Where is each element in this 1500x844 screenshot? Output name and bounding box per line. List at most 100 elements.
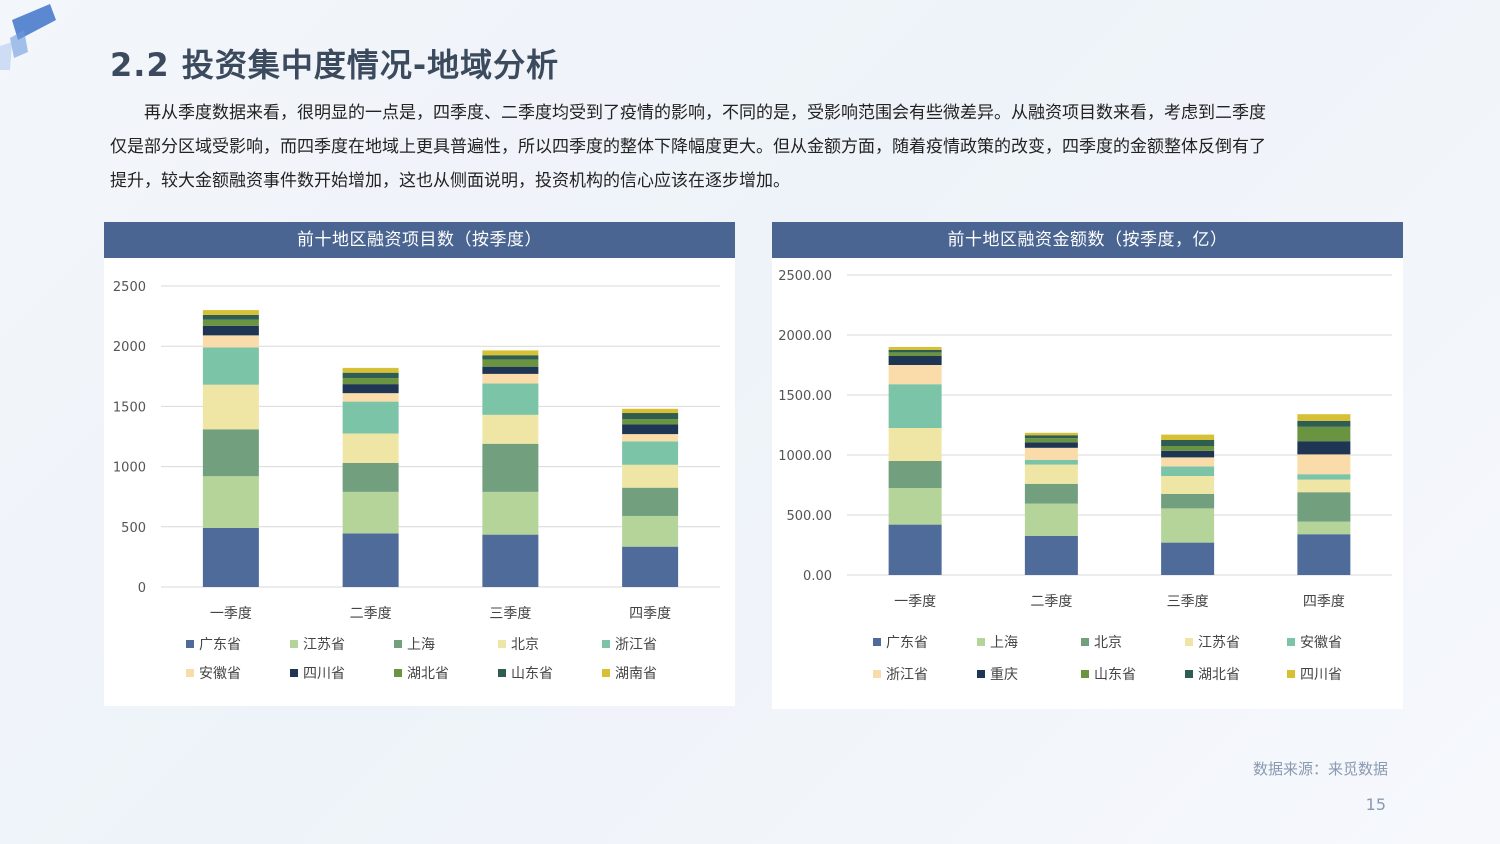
- bar-segment: [622, 487, 679, 516]
- bar-segment: [622, 464, 679, 488]
- bar-segment: [202, 384, 259, 430]
- legend-label: 安徽省: [1300, 635, 1342, 651]
- legend-item: 上海: [394, 634, 435, 654]
- bar-segment: [1161, 446, 1215, 451]
- bar-segment: [1297, 420, 1351, 427]
- legend-label: 浙江省: [886, 667, 928, 683]
- bar-segment: [202, 429, 259, 477]
- bar-segment: [1024, 503, 1078, 536]
- legend-swatch: [290, 669, 298, 677]
- bar-segment: [1297, 474, 1351, 480]
- bar-segment: [888, 488, 942, 525]
- legend-label: 湖北省: [407, 666, 449, 682]
- intro-line-3: 提升，较大金额融资事件数开始增加，这也从侧面说明，投资机构的信心应该在逐步增加。: [110, 171, 790, 191]
- legend-swatch: [1081, 670, 1089, 678]
- bar-segment: [1161, 450, 1215, 458]
- x-tick-label: 四季度: [629, 606, 671, 622]
- legend-swatch: [977, 638, 985, 646]
- legend-item: 山东省: [498, 663, 553, 683]
- chart-title-funding-amount: 前十地区融资金额数（按季度，亿）: [772, 222, 1403, 258]
- legend-swatch: [394, 640, 402, 648]
- bar-segment: [342, 367, 399, 373]
- bar-segment: [342, 491, 399, 534]
- legend-swatch: [1287, 670, 1295, 678]
- y-tick-label: 1500.00: [778, 389, 832, 404]
- bar-segment: [622, 441, 679, 465]
- bar-segment: [1297, 454, 1351, 475]
- bar-segment: [1024, 459, 1078, 465]
- legend-item: 广东省: [186, 634, 241, 654]
- x-tick-label: 一季度: [210, 606, 252, 622]
- bar-segment: [888, 352, 942, 356]
- y-tick-label: 1000: [113, 461, 146, 476]
- legend-item: 湖北省: [394, 663, 449, 683]
- bar-segment: [1297, 414, 1351, 421]
- bar-segment: [1161, 476, 1215, 494]
- legend-item: 广东省: [873, 632, 928, 652]
- legend-item: 江苏省: [1185, 632, 1240, 652]
- y-tick-label: 2500: [113, 280, 146, 295]
- legend-item: 湖南省: [602, 663, 657, 683]
- bar-segment: [888, 428, 942, 461]
- bar-segment: [1161, 466, 1215, 476]
- bar-segment: [202, 314, 259, 320]
- bar-segment: [1024, 442, 1078, 448]
- bar-segment: [1161, 440, 1215, 446]
- legend-label: 广东省: [886, 635, 928, 651]
- bar-segment: [622, 434, 679, 442]
- x-tick-label: 四季度: [1303, 594, 1345, 610]
- legend-label: 浙江省: [615, 637, 657, 653]
- bar-segment: [1024, 447, 1078, 460]
- chart-title-project-count: 前十地区融资项目数（按季度）: [104, 222, 735, 258]
- bar-segment: [1161, 494, 1215, 509]
- bar-segment: [888, 347, 942, 350]
- legend-label: 江苏省: [1198, 635, 1240, 651]
- bar-segment: [482, 350, 539, 356]
- legend-item: 安徽省: [1287, 632, 1342, 652]
- bar-segment: [1297, 479, 1351, 493]
- y-tick-label: 2000.00: [778, 329, 832, 344]
- bar-segment: [1024, 438, 1078, 443]
- y-tick-label: 500.00: [787, 509, 833, 524]
- bar-segment: [1297, 441, 1351, 455]
- legend-label: 四川省: [303, 666, 345, 682]
- legend-label: 上海: [990, 635, 1018, 651]
- intro-line-2: 仅是部分区域受影响，而四季度在地域上更具普遍性，所以四季度的整体下降幅度更大。但…: [110, 137, 1266, 157]
- legend-swatch: [498, 640, 506, 648]
- legend-item: 浙江省: [602, 634, 657, 654]
- bar-segment: [888, 384, 942, 428]
- bar-segment: [202, 310, 259, 315]
- bar-segment: [202, 325, 259, 336]
- legend-swatch: [873, 638, 881, 646]
- bar-segment: [482, 366, 539, 374]
- y-tick-label: 0.00: [803, 569, 832, 584]
- bar-segment: [622, 419, 679, 425]
- legend-item: 上海: [977, 632, 1018, 652]
- y-tick-label: 500: [121, 521, 146, 536]
- legend-swatch: [977, 670, 985, 678]
- bar-segment: [342, 378, 399, 385]
- bar-segment: [482, 491, 539, 535]
- intro-line-1: 再从季度数据来看，很明显的一点是，四季度、二季度均受到了疫情的影响，不同的是，受…: [144, 103, 1266, 123]
- bar-segment: [342, 384, 399, 394]
- bar-segment: [622, 413, 679, 420]
- legend-item: 江苏省: [290, 634, 345, 654]
- page-number: 15: [1365, 795, 1386, 814]
- bar-segment: [888, 350, 942, 353]
- bar-segment: [1024, 435, 1078, 439]
- legend-label: 湖南省: [615, 666, 657, 682]
- bar-segment: [342, 533, 399, 587]
- bar-segment: [622, 546, 679, 587]
- legend-item: 四川省: [290, 663, 345, 683]
- legend-item: 北京: [498, 634, 539, 654]
- page-title: 2.2 投资集中度情况-地域分析: [110, 46, 560, 84]
- legend-label: 江苏省: [303, 637, 345, 653]
- y-tick-label: 1500: [113, 400, 146, 415]
- legend-swatch: [186, 669, 194, 677]
- y-tick-label: 1000.00: [778, 449, 832, 464]
- legend-swatch: [498, 669, 506, 677]
- chart-panel-project-count: 前十地区融资项目数（按季度） 0 500 1000 1500 2000 2500 一季度 二季…: [104, 222, 735, 706]
- bar-segment: [1024, 464, 1078, 484]
- legend-item: 四川省: [1287, 664, 1342, 684]
- legend-swatch: [1287, 638, 1295, 646]
